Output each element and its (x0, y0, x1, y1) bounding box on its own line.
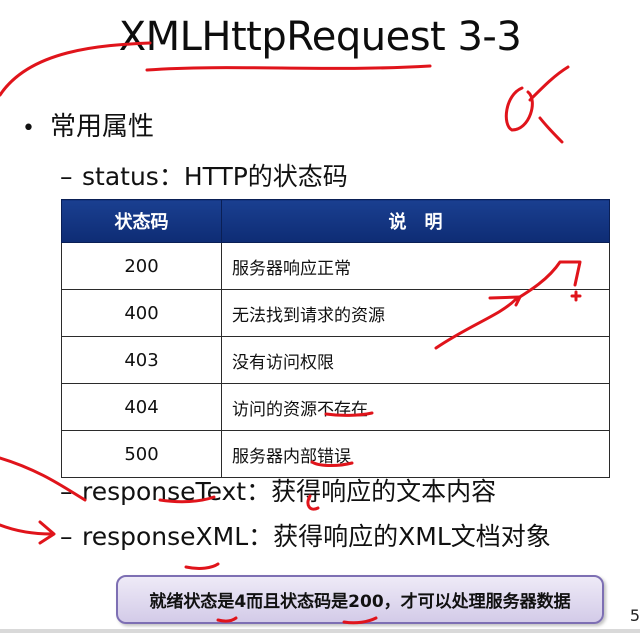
mark-xml-ink (184, 562, 220, 570)
callout-box: 就绪状态是4而且状态码是200，才可以处理服务器数据 (116, 575, 604, 624)
header-status-code: 状态码 (61, 199, 222, 243)
table-row: 404 访问的资源不存在 (61, 383, 610, 431)
arrow-to-responsexml-ink (0, 520, 56, 545)
response-xml-label: responseXML：获得响应的XML文档对象 (82, 522, 551, 551)
bullet-dot: • (22, 116, 35, 141)
table-row: 500 服务器内部错误 (61, 430, 610, 478)
table-row: 200 服务器响应正常 (61, 242, 610, 290)
header-description: 说 明 (221, 199, 610, 243)
status-code-cell: 500 (61, 430, 222, 478)
status-code-cell: 403 (61, 336, 222, 384)
bottom-divider (0, 629, 640, 633)
bullet-label: 常用属性 (50, 112, 155, 142)
table-row: 400 无法找到请求的资源 (61, 289, 610, 337)
status-item-label: status：HTTP的状态码 (82, 162, 348, 191)
table-header-row: 状态码 说 明 (61, 199, 610, 243)
description-cell: 服务器内部错误 (221, 430, 610, 478)
status-code-cell: 404 (61, 383, 222, 431)
slide-title: XMLHttpRequest 3-3 (118, 14, 522, 60)
status-item: – status：HTTP的状态码 (60, 157, 348, 193)
response-xml-item: – responseXML：获得响应的XML文档对象 (60, 517, 551, 553)
page-number: 5 (629, 606, 640, 625)
response-text-item: – responseText：获得响应的文本内容 (60, 472, 496, 508)
dash-marker: – (60, 162, 73, 191)
table-row: 403 没有访问权限 (61, 336, 610, 384)
status-code-cell: 400 (61, 289, 222, 337)
dash-marker: – (60, 522, 73, 551)
description-cell: 无法找到请求的资源 (221, 289, 610, 337)
response-text-label: responseText：获得响应的文本内容 (82, 477, 497, 506)
description-cell: 访问的资源不存在 (221, 383, 610, 431)
bullet-item: • 常用属性 (22, 106, 154, 143)
status-code-cell: 200 (61, 242, 222, 290)
description-cell: 服务器响应正常 (221, 242, 610, 290)
dash-marker: – (60, 477, 73, 506)
description-cell: 没有访问权限 (221, 336, 610, 384)
callout-text: 就绪状态是4而且状态码是200，才可以处理服务器数据 (149, 592, 571, 612)
title-underline-ink (145, 64, 432, 72)
corner-scribble-ink (504, 65, 570, 144)
status-code-table: 状态码 说 明 200 服务器响应正常 400 无法找到请求的资源 403 没有… (61, 199, 610, 478)
